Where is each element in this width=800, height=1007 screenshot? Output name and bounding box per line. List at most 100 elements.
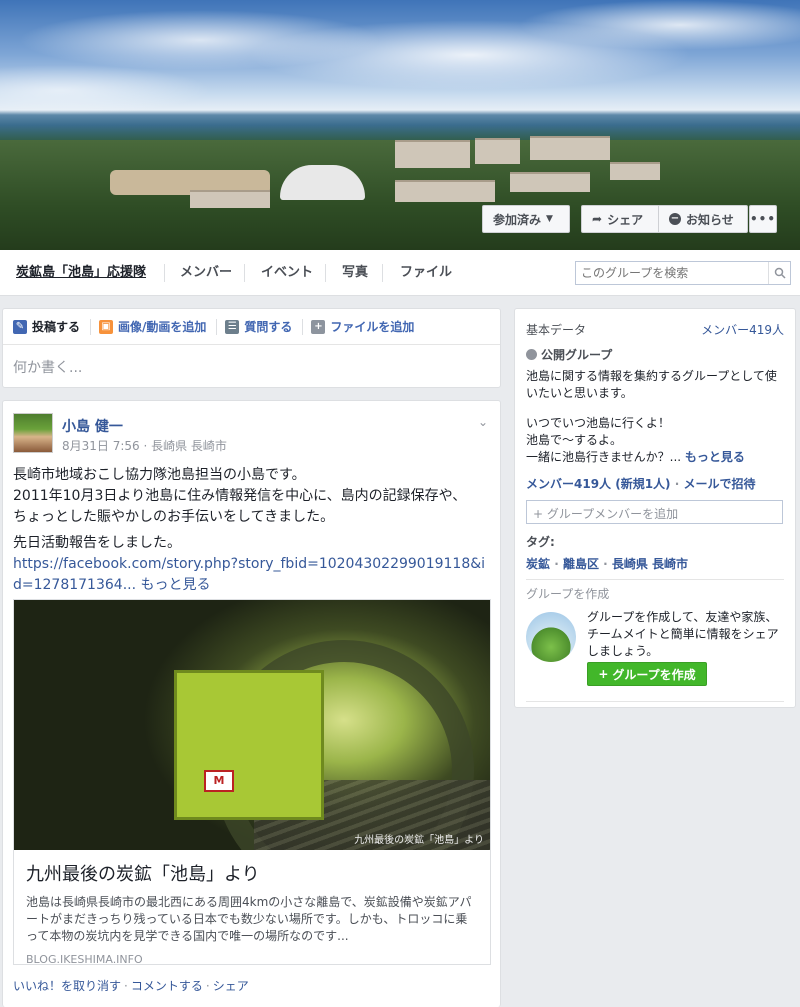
- cover-building: [395, 180, 495, 202]
- composer-text-input[interactable]: 何か書く...: [3, 345, 500, 389]
- add-member-input[interactable]: + グループメンバーを追加: [526, 500, 783, 524]
- cover-building: [510, 172, 590, 192]
- ellipsis-icon: •••: [750, 212, 777, 226]
- divider: [526, 701, 784, 702]
- members-invite-row: メンバー419人 (新規1人) · メールで招待: [526, 477, 756, 491]
- tab-question-label: 質問する: [244, 320, 293, 334]
- tags-label: タグ:: [526, 535, 555, 549]
- post-meta: 8月31日 7:56 · 長崎県 長崎市: [62, 439, 227, 453]
- privacy-row: 公開グループ: [526, 346, 784, 363]
- nav-divider: [382, 264, 383, 282]
- nav-divider: [325, 264, 326, 282]
- link-title[interactable]: 九州最後の炭鉱「池島」より: [14, 850, 490, 886]
- post-body: 長崎市地域おこし協力隊池島担当の小島です。 2011年10月3日より池島に住み情…: [13, 465, 493, 596]
- avatar[interactable]: [13, 413, 53, 453]
- nav-photos[interactable]: 写真: [342, 250, 368, 296]
- privacy-label: 公開グループ: [541, 348, 613, 362]
- nav-divider: [164, 264, 165, 282]
- share-link[interactable]: シェア: [213, 979, 249, 993]
- desc-line: 池島で〜するよ。: [526, 433, 623, 447]
- feed-post: 小島 健一 8月31日 7:56 · 長崎県 長崎市 ⌄ 長崎市地域おこし協力隊…: [2, 400, 501, 1007]
- post-author[interactable]: 小島 健一: [62, 416, 123, 436]
- more-options-button[interactable]: •••: [749, 205, 777, 233]
- cover-building: [190, 190, 270, 208]
- photo-icon: ▣: [99, 319, 114, 334]
- link-preview-card[interactable]: M 九州最後の炭鉱「池島」より 九州最後の炭鉱「池島」より 池島は長崎県長崎市の…: [13, 599, 491, 966]
- tab-photo-label: 画像/動画を追加: [118, 320, 207, 334]
- cover-building: [530, 136, 610, 160]
- desc-line: 一緒に池島行きませんか？...: [526, 450, 682, 464]
- member-count-link[interactable]: メンバー419人: [701, 321, 784, 338]
- basic-data-header: 基本データ メンバー419人: [526, 321, 784, 338]
- unlike-link[interactable]: いいね！を取り消す: [13, 979, 121, 993]
- group-search-input[interactable]: [576, 262, 766, 284]
- basic-data-heading: 基本データ: [526, 323, 587, 337]
- group-search-box: [575, 261, 791, 285]
- plus-icon: +: [598, 667, 609, 681]
- composer-tabs: ✎ 投稿する ▣ 画像/動画を追加 ☰ 質問する + ファイルを追加: [3, 309, 500, 345]
- cover-building: [610, 162, 660, 180]
- see-more-description[interactable]: もっと見る: [685, 450, 745, 464]
- invite-email-link[interactable]: メールで招待: [683, 477, 755, 491]
- cover-clouds: [0, 0, 800, 120]
- pencil-icon: ✎: [13, 319, 27, 334]
- group-description-2: いつでいつ池島に行くよ！ 池島で〜するよ。 一緒に池島行きませんか？... もっ…: [526, 415, 784, 466]
- link-preview-image: M 九州最後の炭鉱「池島」より: [14, 600, 490, 850]
- minus-circle-icon: −: [669, 213, 681, 225]
- tag-link[interactable]: 離島区: [563, 557, 599, 571]
- post-composer: ✎ 投稿する ▣ 画像/動画を追加 ☰ 質問する + ファイルを追加 何か書く.…: [2, 308, 501, 388]
- nav-divider: [244, 264, 245, 282]
- nav-members[interactable]: メンバー: [180, 250, 232, 296]
- group-name-link[interactable]: 炭鉱島「池島」応援隊: [16, 250, 146, 296]
- joined-label: 参加済み: [493, 212, 542, 227]
- members-new-link[interactable]: メンバー419人 (新規1人): [526, 477, 671, 491]
- desc-line: いつでいつ池島に行くよ！: [526, 416, 671, 430]
- tab-question[interactable]: ☰ 質問する: [225, 318, 304, 335]
- post-url-link[interactable]: https://facebook.com/story.php?story_fbi…: [13, 556, 485, 593]
- tag-link[interactable]: 長崎県 長崎市: [612, 557, 688, 571]
- link-description: 池島は長崎県長崎市の最北西にある周囲4kmの小さな離島で、炭鉱設備や炭鉱アパート…: [26, 895, 472, 943]
- nav-events[interactable]: イベント: [261, 250, 313, 296]
- link-domain: BLOG.IKESHIMA.INFO: [26, 953, 143, 966]
- tag-link[interactable]: 炭鉱: [526, 557, 550, 571]
- cover-building: [475, 138, 520, 164]
- globe-icon: [526, 349, 537, 360]
- share-button[interactable]: ➦ シェア: [581, 205, 659, 233]
- tags-row: 炭鉱 · 離島区 · 長崎県 長崎市: [526, 557, 689, 571]
- post-line: 先日活動報告をしました。: [13, 535, 181, 551]
- group-info-sidebar: 基本データ メンバー419人 公開グループ 池島に関する情報を集約するグループと…: [514, 308, 796, 708]
- tab-photo-video[interactable]: ▣ 画像/動画を追加: [99, 318, 218, 335]
- notifications-button[interactable]: − お知らせ: [658, 205, 748, 233]
- notify-label: お知らせ: [686, 212, 734, 227]
- search-icon[interactable]: [768, 262, 790, 284]
- see-more-link[interactable]: もっと見る: [141, 577, 211, 593]
- cover-building: [395, 140, 470, 168]
- post-actions: いいね！を取り消す · コメントする · シェア: [13, 979, 249, 993]
- plus-icon: +: [311, 319, 326, 334]
- create-group-button[interactable]: + グループを作成: [587, 662, 707, 686]
- chevron-down-icon[interactable]: ⌄: [478, 415, 488, 429]
- comment-link[interactable]: コメントする: [131, 979, 203, 993]
- tab-post[interactable]: ✎ 投稿する: [13, 318, 92, 335]
- post-line: ちょっとした賑やかしのお手伝いをしてきました。: [13, 509, 335, 525]
- list-icon: ☰: [225, 319, 240, 334]
- image-caption-stamp: 九州最後の炭鉱「池島」より: [354, 835, 484, 846]
- share-label: シェア: [607, 212, 644, 227]
- joined-button[interactable]: 参加済み ▼: [482, 205, 570, 233]
- share-arrow-icon: ➦: [592, 212, 603, 226]
- train-logo: M: [204, 770, 234, 792]
- divider: [526, 579, 784, 580]
- create-group-text: グループを作成して、友達や家族、チームメイトと簡単に情報をシェアしましょう。: [587, 610, 779, 658]
- nav-files[interactable]: ファイル: [400, 250, 452, 296]
- tab-file-label: ファイルを追加: [330, 320, 415, 334]
- mine-train: [174, 670, 324, 820]
- post-line: 長崎市地域おこし協力隊池島担当の小島です。: [13, 467, 306, 483]
- post-line: 2011年10月3日より池島に住み情報発信を中心に、島内の記録保存や、: [13, 488, 467, 504]
- caret-down-icon: ▼: [546, 214, 553, 224]
- tab-add-file[interactable]: + ファイルを追加: [311, 319, 424, 335]
- tab-post-label: 投稿する: [32, 320, 81, 334]
- create-group-icon: [526, 612, 576, 662]
- create-group-label: グループを作成: [612, 667, 696, 682]
- group-description: 池島に関する情報を集約するグループとして使いたいと思います。: [526, 369, 777, 400]
- create-group-heading: グループを作成: [526, 587, 610, 601]
